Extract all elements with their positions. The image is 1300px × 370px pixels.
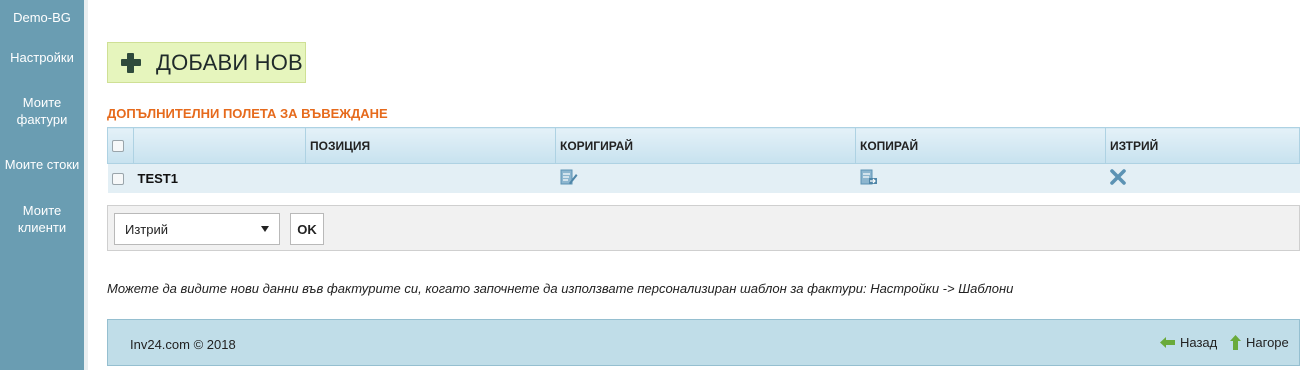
arrow-left-icon bbox=[1160, 337, 1175, 348]
sidebar-item-my-products[interactable]: Моите стоки bbox=[0, 156, 84, 173]
row-delete-cell bbox=[1105, 163, 1300, 193]
edit-document-icon[interactable] bbox=[560, 169, 578, 188]
sidebar-item-demo-bg[interactable]: Demo-BG bbox=[0, 9, 84, 26]
select-all-header bbox=[107, 127, 134, 164]
row-copy-cell bbox=[855, 163, 1106, 193]
top-link[interactable]: Нагоре bbox=[1230, 335, 1289, 350]
column-header-edit: КОРИГИРАЙ bbox=[555, 127, 856, 164]
column-header-delete: ИЗТРИЙ bbox=[1105, 127, 1300, 164]
add-new-button-label: ДОБАВИ НОВ bbox=[156, 49, 303, 75]
info-text: Можете да видите нови данни във фактурит… bbox=[107, 281, 1014, 296]
section-title: ДОПЪЛНИТЕЛНИ ПОЛЕТА ЗА ВЪВЕЖДАНЕ bbox=[107, 106, 388, 121]
fields-table: ПОЗИЦИЯ КОРИГИРАЙ КОПИРАЙ ИЗТРИЙ TEST1 bbox=[107, 127, 1300, 193]
select-all-checkbox[interactable] bbox=[112, 140, 124, 153]
footer: Inv24.com © 2018 Назад Нагоре bbox=[107, 319, 1300, 366]
copyright-text: Inv24.com © 2018 bbox=[130, 337, 236, 352]
bulk-action-select[interactable]: Изтрий bbox=[114, 213, 280, 245]
sidebar-item-my-clients[interactable]: Моите клиенти bbox=[0, 202, 84, 236]
back-link[interactable]: Назад bbox=[1160, 335, 1217, 350]
back-link-label: Назад bbox=[1180, 335, 1218, 350]
column-header-position[interactable]: ПОЗИЦИЯ bbox=[305, 127, 556, 164]
add-new-button[interactable]: ДОБАВИ НОВ bbox=[107, 42, 306, 83]
plus-icon bbox=[120, 52, 142, 74]
table-header-row: ПОЗИЦИЯ КОРИГИРАЙ КОПИРАЙ ИЗТРИЙ bbox=[107, 127, 1300, 164]
close-x-icon[interactable] bbox=[1109, 168, 1126, 188]
arrow-up-icon bbox=[1230, 335, 1241, 350]
main-content: ДОБАВИ НОВ ДОПЪЛНИТЕЛНИ ПОЛЕТА ЗА ВЪВЕЖД… bbox=[88, 0, 1300, 370]
row-position bbox=[305, 163, 556, 193]
table-row: TEST1 bbox=[107, 163, 1300, 193]
sidebar-item-settings[interactable]: Настройки bbox=[0, 49, 84, 66]
chevron-down-icon bbox=[261, 226, 269, 232]
copy-document-icon[interactable] bbox=[860, 169, 878, 188]
row-edit-cell bbox=[555, 163, 856, 193]
row-checkbox[interactable] bbox=[111, 173, 124, 186]
bulk-action-bar: Изтрий OK bbox=[107, 205, 1300, 251]
column-header-copy: КОПИРАЙ bbox=[855, 127, 1106, 164]
row-select-cell bbox=[107, 163, 134, 193]
ok-button[interactable]: OK bbox=[290, 213, 324, 245]
bulk-action-selected: Изтрий bbox=[125, 221, 169, 237]
sidebar: Demo-BG Настройки Моите фактури Моите ст… bbox=[0, 0, 84, 370]
column-header-name bbox=[133, 127, 306, 164]
sidebar-item-my-invoices[interactable]: Моите фактури bbox=[0, 94, 84, 128]
row-name: TEST1 bbox=[133, 163, 306, 193]
top-link-label: Нагоре bbox=[1246, 335, 1289, 350]
